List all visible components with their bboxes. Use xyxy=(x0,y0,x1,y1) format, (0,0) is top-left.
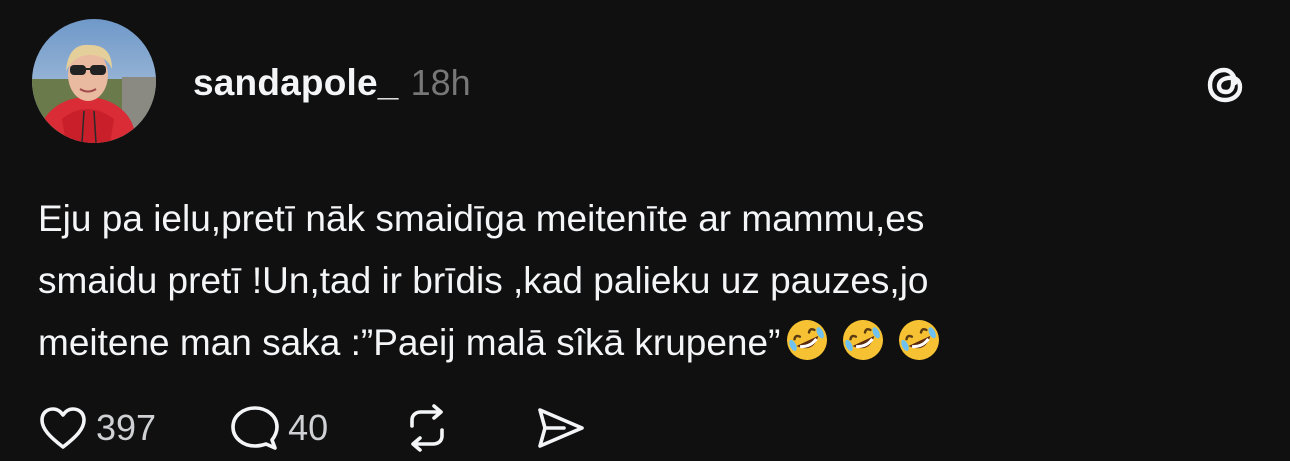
repost-button[interactable] xyxy=(402,404,452,452)
rolling-on-floor-laughing-emoji xyxy=(787,320,828,360)
share-button[interactable] xyxy=(534,405,586,451)
repost-icon xyxy=(410,404,444,452)
threads-icon[interactable] xyxy=(1202,61,1250,109)
like-count: 397 xyxy=(96,407,157,448)
reply-button[interactable]: 40 xyxy=(230,404,328,452)
rolling-on-floor-laughing-emoji xyxy=(843,320,884,360)
timestamp: 18h xyxy=(410,62,471,103)
comment-bubble-icon xyxy=(231,406,279,450)
post-header: sandapole_ 18h xyxy=(193,62,471,104)
avatar[interactable] xyxy=(32,19,156,143)
send-icon xyxy=(538,408,584,448)
post-actions: 397 40 xyxy=(38,400,586,456)
username[interactable]: sandapole_ xyxy=(193,62,399,104)
emoji-group xyxy=(780,320,942,363)
reply-count: 40 xyxy=(288,407,329,448)
rolling-on-floor-laughing-emoji xyxy=(899,320,940,360)
post-text-line: smaidu pretī !Un,tad ir brīdis ,kad pali… xyxy=(38,260,929,301)
post-body: Eju pa ielu,pretī nāk smaidīga meitenīte… xyxy=(38,188,1218,374)
heart-icon xyxy=(40,407,86,449)
post-text-line-content: meitene man saka :”Paeij malā sîkā krupe… xyxy=(38,322,781,363)
like-button[interactable]: 397 xyxy=(38,405,156,451)
thread-post: sandapole_ 18h Eju pa ielu,pretī nāk sma… xyxy=(0,0,1290,461)
post-text-line-last: meitene man saka :”Paeij malā sîkā krupe… xyxy=(38,312,1218,374)
post-text-line: Eju pa ielu,pretī nāk smaidīga meitenīte… xyxy=(38,198,925,239)
